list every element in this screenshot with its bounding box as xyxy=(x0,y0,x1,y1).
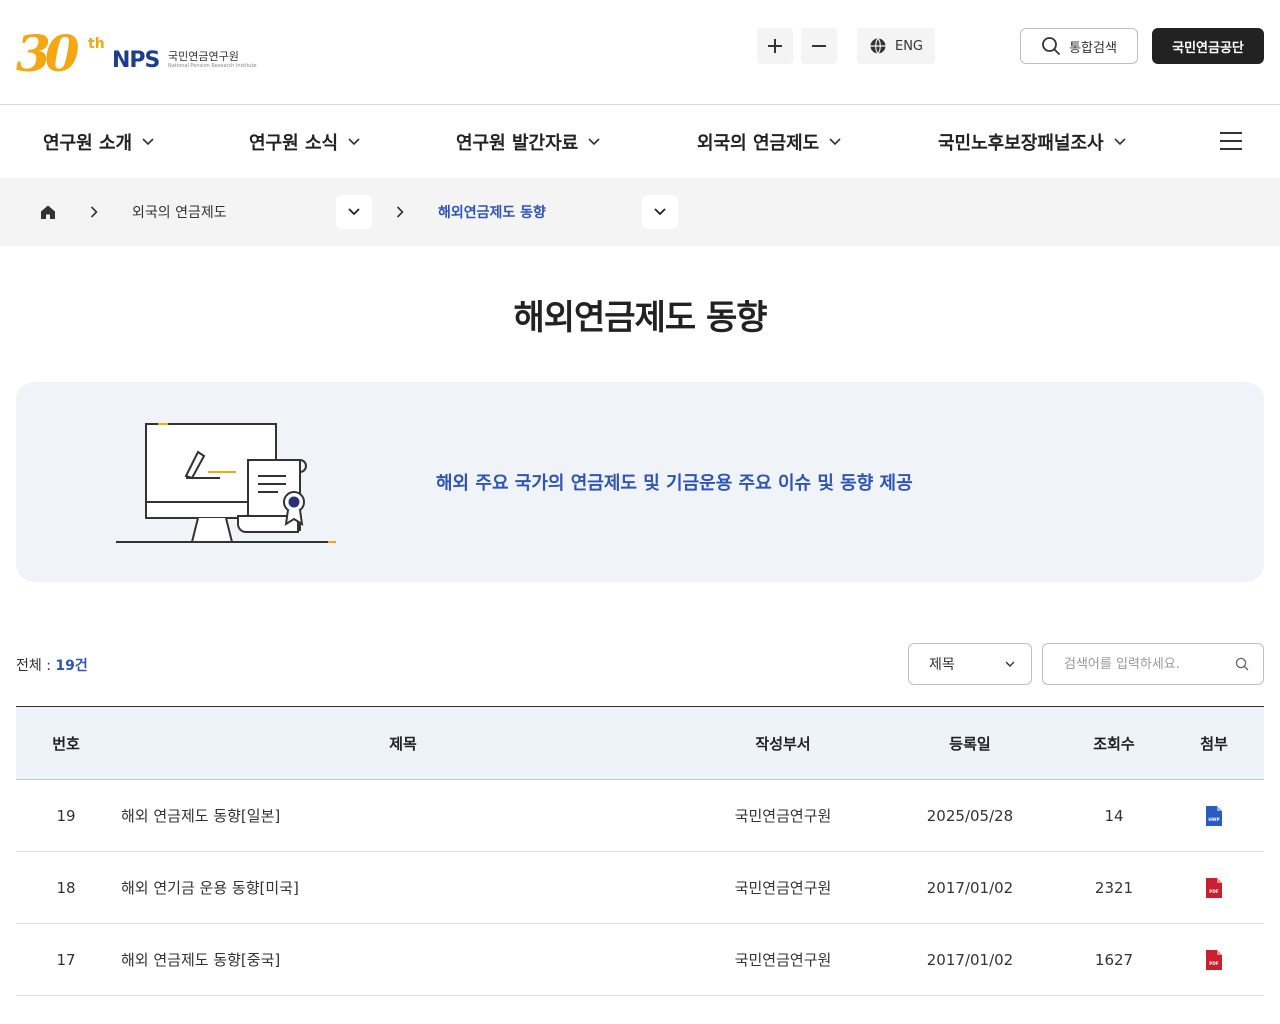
language-button[interactable]: ENG xyxy=(857,28,935,64)
breadcrumb-level2-dropdown[interactable] xyxy=(642,195,678,229)
search-box xyxy=(1042,643,1264,685)
total-count: 전체 : 19건 xyxy=(16,655,88,675)
menu-icon-bar xyxy=(1220,132,1242,134)
header-views: 조회수 xyxy=(1093,734,1135,753)
pdf-file-icon[interactable]: PDF xyxy=(1206,877,1222,898)
row-title-link[interactable]: 해외 연금제도 동향[일본] xyxy=(116,805,690,826)
table-row[interactable]: 17 해외 연금제도 동향[중국] 국민연금연구원 2017/01/02 162… xyxy=(16,924,1264,996)
intro-banner: 해외 주요 국가의 연금제도 및 기금운용 주요 이슈 및 동향 제공 xyxy=(16,382,1264,582)
gnb-item-publications[interactable]: 연구원 발간자료 xyxy=(456,106,600,178)
chevron-down-icon xyxy=(142,138,154,146)
language-label: ENG xyxy=(894,38,923,54)
pdf-file-icon[interactable]: PDF xyxy=(1206,949,1222,970)
row-attachment: HWP xyxy=(1164,805,1264,826)
row-number: 18 xyxy=(56,878,76,897)
globe-icon xyxy=(870,38,886,54)
table-header-row: 번호 제목 작성부서 등록일 조회수 첨부 xyxy=(16,707,1264,780)
zoom-in-button[interactable] xyxy=(757,28,793,64)
home-icon[interactable] xyxy=(38,202,58,222)
gnb-item-label: 연구원 소식 xyxy=(249,133,339,154)
board-table: 번호 제목 작성부서 등록일 조회수 첨부 19 해외 연금제도 동향[일본] … xyxy=(16,706,1264,996)
row-views: 1627 xyxy=(1094,950,1134,969)
chevron-down-icon xyxy=(348,138,360,146)
banner-description: 해외 주요 국가의 연금제도 및 기금운용 주요 이슈 및 동향 제공 xyxy=(436,473,913,494)
row-attachment: PDF xyxy=(1164,949,1264,970)
chevron-down-icon xyxy=(829,138,841,146)
page-title: 해외연금제도 동향 xyxy=(513,298,767,338)
row-date: 2017/01/02 xyxy=(926,950,1014,969)
header-number: 번호 xyxy=(52,734,80,753)
row-date: 2025/05/28 xyxy=(926,806,1014,825)
gnb-item-label: 외국의 연금제도 xyxy=(697,133,820,154)
total-label: 전체 : xyxy=(16,658,56,674)
search-field-selected-value: 제목 xyxy=(929,657,955,673)
chevron-right-icon xyxy=(90,206,98,218)
logo-org-korean: 국민연금연구원 xyxy=(168,50,239,63)
chevron-down-icon xyxy=(348,208,360,216)
header-attachment: 첨부 xyxy=(1200,734,1228,753)
logo-anniversary-number: 30 xyxy=(16,24,80,83)
row-views: 2321 xyxy=(1094,878,1134,897)
row-attachment: PDF xyxy=(1164,877,1264,898)
gnb-item-label: 연구원 발간자료 xyxy=(456,133,579,154)
table-row[interactable]: 19 해외 연금제도 동향[일본] 국민연금연구원 2025/05/28 14 … xyxy=(16,780,1264,852)
plus-icon xyxy=(768,39,782,53)
row-number: 19 xyxy=(56,806,76,825)
logo-org-english: National Pension Research Institute xyxy=(168,63,257,69)
site-header: 30 th NPS 국민연금연구원 National Pension Resea… xyxy=(0,0,1280,105)
chevron-down-icon xyxy=(588,138,600,146)
chevron-down-icon xyxy=(1114,138,1126,146)
header-date: 등록일 xyxy=(949,734,991,753)
search-input[interactable] xyxy=(1044,645,1224,683)
hwp-file-icon[interactable]: HWP xyxy=(1206,805,1222,826)
chevron-right-icon xyxy=(396,206,404,218)
row-date: 2017/01/02 xyxy=(926,878,1014,897)
integrated-search-button[interactable]: 통합검색 xyxy=(1020,28,1138,64)
chevron-down-icon xyxy=(1005,661,1015,667)
chevron-down-icon xyxy=(654,208,666,216)
search-field-select[interactable]: 제목 xyxy=(908,643,1032,685)
row-department: 국민연금연구원 xyxy=(734,951,832,969)
logo-brand: NPS xyxy=(112,48,160,73)
minus-icon xyxy=(812,45,826,47)
row-title-link[interactable]: 해외 연금제도 동향[중국] xyxy=(116,949,690,970)
header-title: 제목 xyxy=(389,734,417,753)
row-department: 국민연금연구원 xyxy=(734,879,832,897)
svg-text:HWP: HWP xyxy=(1208,817,1219,822)
gnb-item-news[interactable]: 연구원 소식 xyxy=(249,106,360,178)
breadcrumb-level2: 해외연금제도 동향 xyxy=(438,205,546,221)
gnb-item-about[interactable]: 연구원 소개 xyxy=(43,106,154,178)
all-menu-button[interactable] xyxy=(1220,132,1242,152)
logo-th-suffix: th xyxy=(88,36,105,52)
breadcrumb-level1: 외국의 연금제도 xyxy=(132,205,227,221)
gnb-item-panel-survey[interactable]: 국민노후보장패널조사 xyxy=(938,106,1126,178)
row-number: 17 xyxy=(56,950,76,969)
menu-icon-bar xyxy=(1220,140,1242,142)
gnb-item-label: 국민노후보장패널조사 xyxy=(938,133,1104,154)
breadcrumb: 외국의 연금제도 해외연금제도 동향 xyxy=(0,178,1280,246)
nps-30th-logo[interactable]: 30 th NPS 국민연금연구원 National Pension Resea… xyxy=(16,24,257,84)
svg-text:PDF: PDF xyxy=(1209,889,1219,894)
table-row[interactable]: 18 해외 연기금 운용 동향[미국] 국민연금연구원 2017/01/02 2… xyxy=(16,852,1264,924)
gnb-item-label: 연구원 소개 xyxy=(43,133,133,154)
zoom-out-button[interactable] xyxy=(801,28,837,64)
search-icon[interactable] xyxy=(1235,657,1249,671)
main-navigation: 연구원 소개 연구원 소식 연구원 발간자료 외국의 연금제도 국민노후보장패널… xyxy=(0,106,1280,178)
header-department: 작성부서 xyxy=(755,734,811,753)
integrated-search-label: 통합검색 xyxy=(1069,40,1117,56)
row-title-link[interactable]: 해외 연기금 운용 동향[미국] xyxy=(116,877,690,898)
monitor-certificate-illustration-icon xyxy=(116,423,336,543)
total-count-value: 19건 xyxy=(55,658,88,674)
row-views: 14 xyxy=(1104,806,1124,825)
breadcrumb-level1-dropdown[interactable] xyxy=(336,195,372,229)
search-icon xyxy=(1042,37,1061,56)
menu-icon-bar xyxy=(1220,148,1242,150)
nps-link-button[interactable]: 국민연금공단 xyxy=(1152,28,1264,64)
row-department: 국민연금연구원 xyxy=(734,807,832,825)
gnb-item-foreign-pension[interactable]: 외국의 연금제도 xyxy=(697,106,841,178)
svg-text:PDF: PDF xyxy=(1209,961,1219,966)
